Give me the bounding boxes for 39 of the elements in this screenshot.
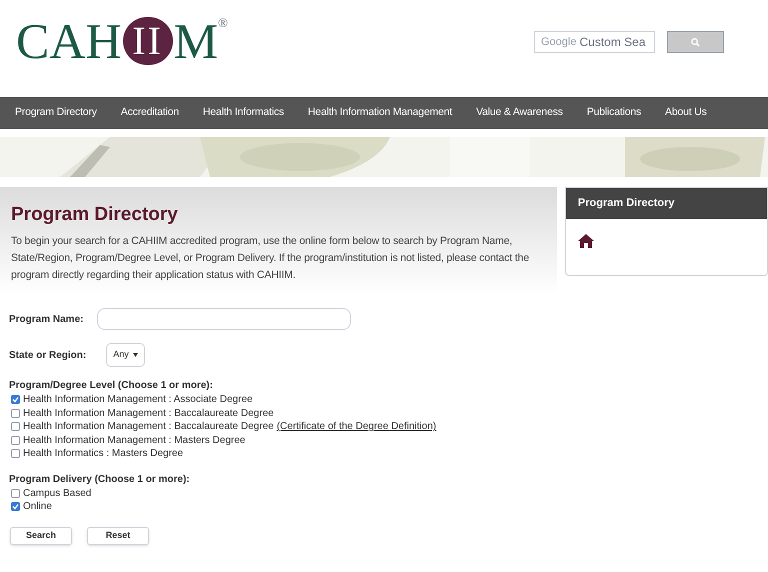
checkbox-label: Campus Based <box>23 486 92 501</box>
nav-link[interactable]: About Us <box>665 105 707 121</box>
checkbox[interactable] <box>11 408 20 418</box>
form-button[interactable]: Search <box>10 526 72 544</box>
checkbox-label: Health Information Management : Associate Degree <box>23 393 253 408</box>
logo[interactable]: CAH II M® <box>16 16 228 66</box>
checkbox[interactable] <box>11 502 20 512</box>
nav-link[interactable]: Program Directory <box>15 105 97 121</box>
state-dropdown[interactable]: Any <box>106 343 145 367</box>
search-icon <box>691 38 700 46</box>
caret-icon <box>132 353 138 357</box>
field-label: Program Name: <box>9 312 84 326</box>
page-title: Program Directory <box>11 203 179 227</box>
checkbox[interactable] <box>11 488 20 498</box>
nav-link[interactable]: Value & Awareness <box>476 105 563 121</box>
nav-link[interactable]: Health Information Management <box>308 105 452 121</box>
form-button[interactable]: Reset <box>87 526 149 544</box>
checkbox[interactable] <box>11 449 20 458</box>
definition-link[interactable]: (Certificate of the Degree Definition) <box>276 419 436 434</box>
nav-link[interactable]: Publications <box>586 105 642 121</box>
program-name-field[interactable] <box>97 308 352 330</box>
home-icon[interactable] <box>578 234 594 248</box>
nav-link[interactable]: Accreditation <box>120 105 179 121</box>
sidebar-title: Program Directory <box>566 188 767 219</box>
section-heading: Program/Degree Level (Choose 1 or more): <box>9 379 214 393</box>
field-label: State or Region: <box>9 348 86 362</box>
section-heading: Program Delivery (Choose 1 or more): <box>9 472 191 486</box>
search-button[interactable] <box>667 31 724 53</box>
checkbox-label: Health Information Management : Baccalaureate Degree <box>23 420 274 434</box>
checkbox[interactable] <box>11 395 20 404</box>
checkbox-label: Health Information Management : Baccalaureate Degree <box>23 406 274 421</box>
checkbox-label: Online <box>23 500 52 514</box>
nav-link[interactable]: Health Informatics <box>202 105 284 121</box>
checkbox[interactable] <box>11 422 20 432</box>
checkbox-label: Health Informatics : Masters Degree <box>23 447 184 462</box>
intro-text: To begin your search for a CAHIIM accredited program, use the online form below to search by Program Name, State/Region, Program/Degree Level, or Program Delivery. If the program/institution is not listed, please contact the program directly regarding their application status with CAHIIM. <box>11 234 530 283</box>
checkbox[interactable] <box>11 436 20 445</box>
checkbox-label: Health Information Management : Masters Degree <box>23 434 246 448</box>
search-field[interactable]: Google Custom Sea <box>534 31 655 53</box>
